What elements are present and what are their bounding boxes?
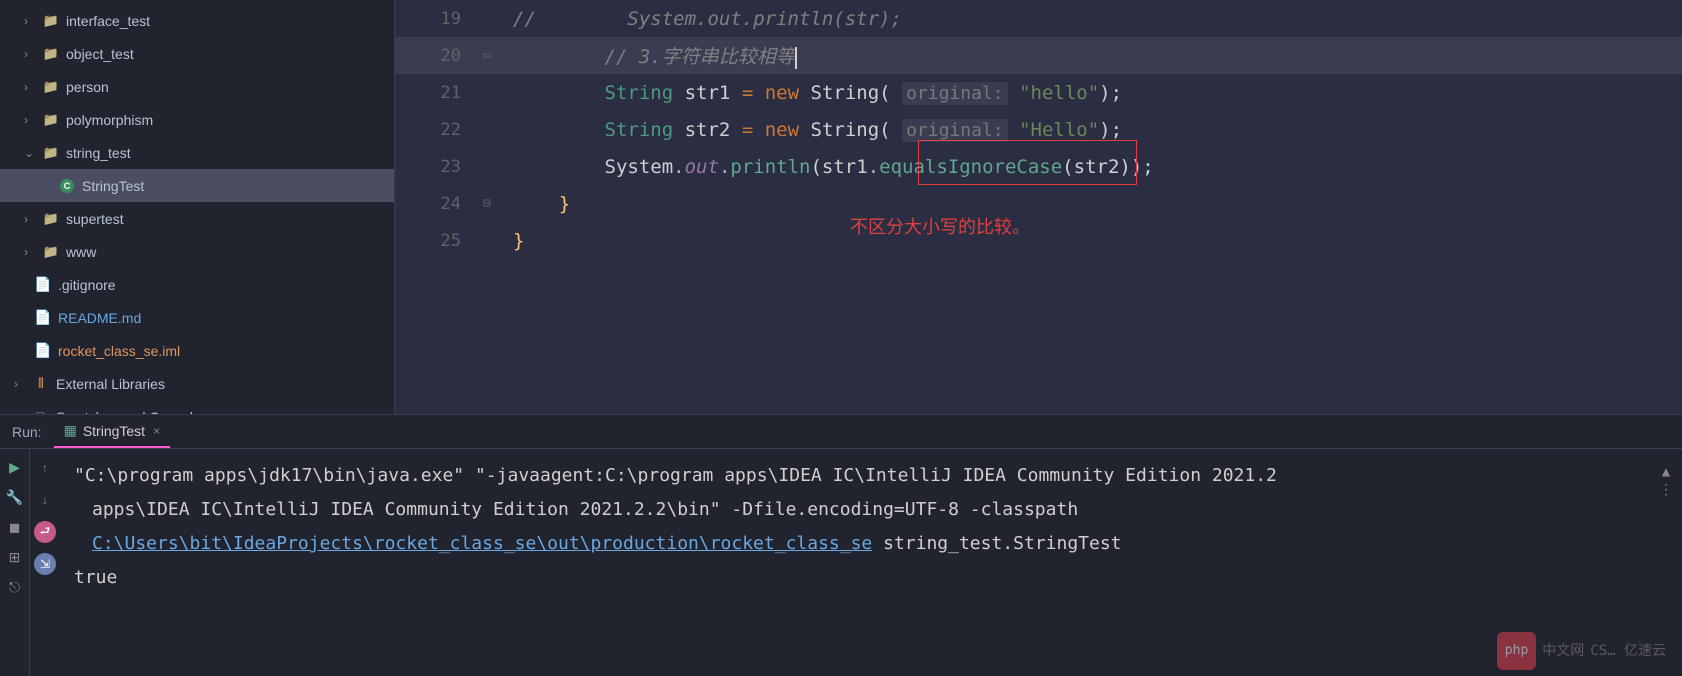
run-panel: Run: ▦ StringTest × ▶ 🔧 ◼ ⊞ ⎋ ↑ ↓ ⮐ ⇲ "C… [0,414,1682,676]
tree-folder-person[interactable]: › person [0,70,394,103]
run-tab-icon: ▦ [64,422,77,439]
code-line-24: } [503,193,1682,215]
tree-folder-interface-test[interactable]: › interface_test [0,4,394,37]
tree-item-label: External Libraries [56,376,165,392]
settings-icon[interactable]: 🔧 [5,487,25,507]
annotation-text: 不区分大小写的比较。 [850,213,1030,239]
chevron-right-icon: › [14,377,28,391]
scroll-menu-icon[interactable]: ⋮ [1656,473,1676,491]
console-line: true [74,561,1668,595]
tree-folder-supertest[interactable]: › supertest [0,202,394,235]
code-editor[interactable]: 19 // System.out.println(str); 20 ▭ // 3… [395,0,1682,414]
tree-item-label: person [66,79,109,95]
console-line: apps\IDEA IC\IntelliJ IDEA Community Edi… [74,493,1668,527]
scroll-up-icon[interactable]: ▲ [1656,455,1676,473]
exit-icon[interactable]: ⎋ [5,577,25,597]
folder-icon [42,244,60,260]
tree-item-label: rocket_class_se.iml [58,343,180,359]
rerun-icon[interactable]: ▶ [5,457,25,477]
run-tab-label: StringTest [83,423,145,439]
file-icon: 📄 [34,276,52,293]
line-number: 19 [395,9,483,29]
watermark: php 中文网 CS… 亿速云 [1497,632,1666,670]
code-line-22: String str2 = new String( original: "Hel… [503,119,1682,141]
tree-folder-www[interactable]: › www [0,235,394,268]
fold-gutter: ⊟ [483,196,503,211]
folder-icon [42,145,60,161]
tree-item-label: README.md [58,310,141,326]
chevron-right-icon: › [24,245,38,259]
project-tree: › interface_test › object_test › person … [0,0,395,414]
library-icon: ⫴ [32,375,50,392]
tree-folder-polymorphism[interactable]: › polymorphism [0,103,394,136]
stop-icon[interactable]: ◼ [5,517,25,537]
line-number: 20 [395,46,483,66]
console-line: "C:\program apps\jdk17\bin\java.exe" "-j… [74,459,1668,493]
tree-scratches[interactable]: ⧉ Scratches and Consoles [0,400,394,414]
console-link[interactable]: C:\Users\bit\IdeaProjects\rocket_class_s… [92,533,872,554]
soft-wrap-icon[interactable]: ⮐ [34,521,56,543]
tree-item-label: object_test [66,46,134,62]
watermark-text: CS… 亿速云 [1590,634,1666,668]
folder-icon [42,79,60,95]
code-line-20: // 3.字符串比较相等 [503,42,1682,69]
class-icon: C [58,179,76,193]
scroll-end-icon[interactable]: ⇲ [34,553,56,575]
line-number: 22 [395,120,483,140]
chevron-right-icon: › [24,47,38,61]
tree-class-stringtest[interactable]: C StringTest [0,169,394,202]
chevron-right-icon: › [24,113,38,127]
run-tab-stringtest[interactable]: ▦ StringTest × [54,416,171,448]
down-arrow-icon[interactable]: ↓ [34,489,56,511]
module-icon: 📄 [34,342,52,359]
tree-file-readme[interactable]: 📄 README.md [0,301,394,334]
layout-icon[interactable]: ⊞ [5,547,25,567]
folder-icon [42,46,60,62]
run-toolbar: ▶ 🔧 ◼ ⊞ ⎋ [0,449,30,676]
code-line-21: String str1 = new String( original: "hel… [503,82,1682,104]
console-output[interactable]: "C:\program apps\jdk17\bin\java.exe" "-j… [60,449,1682,676]
line-number: 23 [395,157,483,177]
tree-item-label: .gitignore [58,277,116,293]
folder-icon [42,211,60,227]
tree-item-label: interface_test [66,13,150,29]
tree-external-libraries[interactable]: › ⫴ External Libraries [0,367,394,400]
tree-item-label: supertest [66,211,124,227]
up-arrow-icon[interactable]: ↑ [34,457,56,479]
run-tabs-bar: Run: ▦ StringTest × [0,415,1682,449]
chevron-right-icon: › [24,80,38,94]
tree-file-iml[interactable]: 📄 rocket_class_se.iml [0,334,394,367]
scroll-controls: ▲ ⋮ [1656,455,1676,491]
code-line-25: } [503,230,1682,252]
fold-gutter: ▭ [483,48,503,63]
run-secondary-toolbar: ↑ ↓ ⮐ ⇲ [30,449,60,676]
tree-folder-object-test[interactable]: › object_test [0,37,394,70]
code-line-23: System.out.println(str1.equalsIgnoreCase… [503,156,1682,178]
chevron-right-icon: › [24,212,38,226]
tree-item-label: string_test [66,145,131,161]
code-line-19: // System.out.println(str); [503,8,1682,30]
console-line: C:\Users\bit\IdeaProjects\rocket_class_s… [74,527,1668,561]
folder-icon [42,112,60,128]
caret [795,47,797,69]
markdown-icon: 📄 [34,309,52,326]
close-icon[interactable]: × [153,424,160,438]
php-logo: php [1497,632,1536,670]
chevron-right-icon: › [24,14,38,28]
tree-item-label: www [66,244,96,260]
chevron-down-icon: ⌄ [24,146,38,160]
line-number: 25 [395,231,483,251]
tree-file-gitignore[interactable]: 📄 .gitignore [0,268,394,301]
line-number: 21 [395,83,483,103]
tree-folder-string-test[interactable]: ⌄ string_test [0,136,394,169]
run-label: Run: [0,424,54,440]
tree-item-label: polymorphism [66,112,153,128]
watermark-text: 中文网 [1542,634,1584,668]
line-number: 24 [395,194,483,214]
tree-item-label: StringTest [82,178,144,194]
folder-icon [42,13,60,29]
